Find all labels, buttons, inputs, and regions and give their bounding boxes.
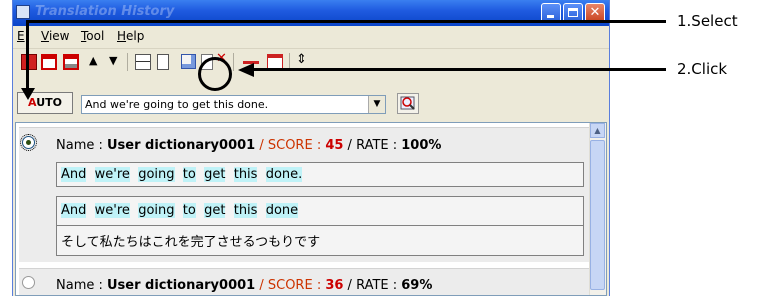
result-entry[interactable]: Name : User dictionary0001 / SCORE : 45 … [19, 127, 589, 262]
name-label: Name : [56, 278, 107, 293]
dictionary-name: User dictionary0001 [107, 138, 256, 153]
toolbar-separator [233, 53, 234, 71]
menu-edit[interactable]: E [17, 29, 25, 43]
red-bookmark-icon[interactable] [21, 54, 37, 70]
app-icon [16, 5, 30, 19]
menu-view-mnemonic: V [41, 29, 49, 43]
text-view-icon[interactable] [157, 54, 169, 70]
menu-bar: E View Tool Help [13, 26, 609, 47]
menu-help-mnemonic: H [117, 29, 127, 43]
score-label: SCORE : [267, 138, 326, 153]
scroll-thumb[interactable] [590, 140, 605, 290]
rate-value: 69% [401, 278, 433, 293]
match-box: And we're going to get this done そして私たちは… [56, 196, 584, 256]
dictionary-list-icon[interactable] [63, 54, 79, 70]
match-target: そして私たちはこれを完了させるつもりです [61, 235, 321, 250]
name-label: Name : [56, 138, 107, 153]
magnifier-icon [400, 96, 415, 110]
menu-help-label: elp [126, 29, 145, 43]
maximize-icon [568, 8, 578, 17]
register-dictionary-icon[interactable] [181, 54, 196, 69]
click-highlight-circle [198, 57, 232, 91]
menu-help[interactable]: Help [117, 29, 144, 43]
menu-edit-label: E [17, 29, 25, 43]
scroll-up-icon[interactable]: ▲ [590, 123, 605, 138]
window-title: Translation History [35, 4, 175, 19]
divider [57, 225, 583, 226]
source-sentence: And we're going to get this done. [61, 167, 303, 182]
step2-label: 2.Click [677, 60, 728, 78]
rate-value: 100% [401, 138, 442, 153]
click-arrow-icon [238, 63, 254, 77]
result-entry[interactable]: Name : User dictionary0001 / SCORE : 36 … [19, 268, 589, 295]
source-sentence-combo[interactable]: And we're going to get this done. ▼ [81, 95, 386, 114]
separator: / [255, 278, 268, 293]
select-callout-line [26, 20, 666, 23]
step1-label: 1.Select [677, 12, 738, 30]
combo-value: And we're going to get this done. [85, 98, 269, 111]
entry-header: Name : User dictionary0001 / SCORE : 36 … [56, 278, 432, 293]
rate-label: / RATE : [343, 278, 402, 293]
menu-view[interactable]: View [41, 29, 69, 43]
results-panel: Name : User dictionary0001 / SCORE : 45 … [15, 122, 607, 296]
rate-label: / RATE : [343, 138, 402, 153]
source-sentence-box: And we're going to get this done. [56, 162, 584, 187]
score-value: 36 [325, 278, 344, 293]
down-arrow-icon[interactable]: ▼ [109, 54, 117, 67]
search-button[interactable] [397, 93, 419, 114]
select-callout-line [26, 20, 29, 90]
select-arrow-icon [21, 88, 35, 100]
auto-button-label: UTO [36, 96, 62, 109]
vertical-scrollbar[interactable]: ▲ [589, 123, 606, 295]
entry-radio-selected[interactable] [20, 134, 37, 151]
up-arrow-icon[interactable]: ▲ [89, 54, 97, 67]
score-value: 45 [325, 138, 344, 153]
entry-header: Name : User dictionary0001 / SCORE : 45 … [56, 138, 441, 153]
list-view-icon[interactable] [135, 54, 151, 70]
chevron-down-icon[interactable]: ▼ [368, 96, 385, 113]
minimize-icon [547, 15, 554, 18]
menu-view-label: iew [48, 29, 70, 43]
menu-tool[interactable]: Tool [81, 29, 104, 43]
toolbar-separator [127, 53, 128, 71]
separator: / [255, 138, 268, 153]
dictionary-icon[interactable] [41, 54, 57, 70]
match-source: And we're going to get this done [61, 203, 299, 218]
entry-radio[interactable] [22, 276, 35, 289]
translation-history-window: Translation History ✕ E View Tool Help ▲… [12, 0, 610, 296]
swap-icon[interactable]: ⇕ [296, 52, 307, 67]
dictionary-name: User dictionary0001 [107, 278, 256, 293]
click-callout-line [254, 68, 666, 71]
score-label: SCORE : [267, 278, 326, 293]
menu-tool-label: ool [86, 29, 105, 43]
